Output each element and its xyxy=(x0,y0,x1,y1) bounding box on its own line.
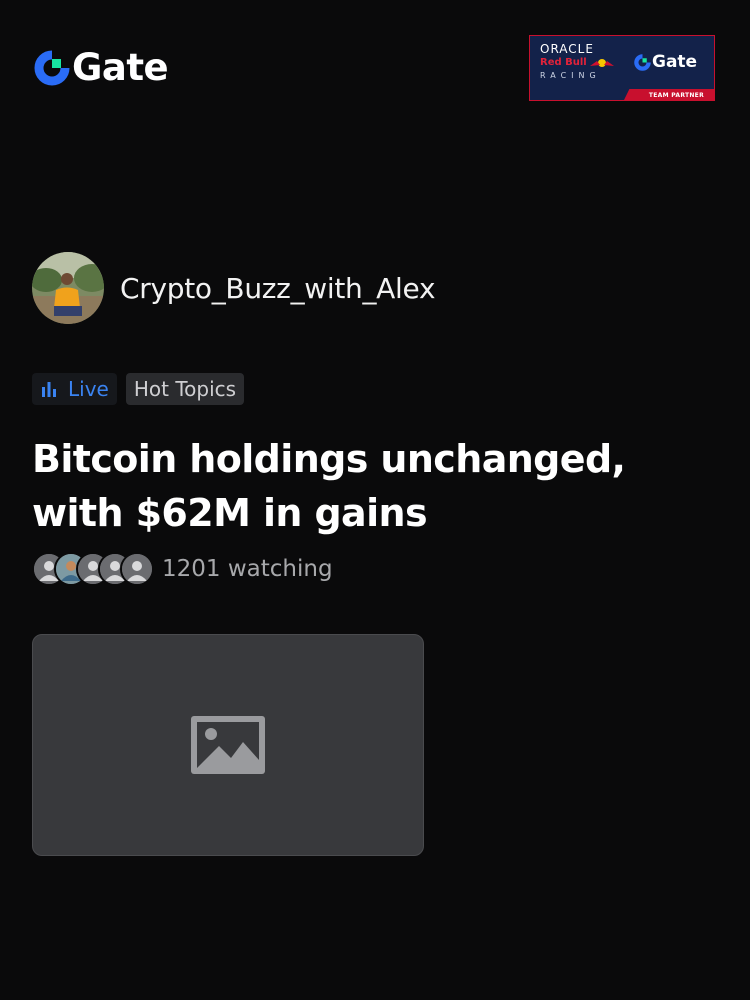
image-placeholder-icon xyxy=(191,716,265,774)
gate-logo-mark-icon xyxy=(34,50,70,86)
redbull-bulls-icon xyxy=(590,59,614,67)
watcher-avatars xyxy=(32,552,154,586)
watching-count-text: 1201 watching xyxy=(162,556,333,582)
hot-topics-tag[interactable]: Hot Topics xyxy=(125,373,245,405)
partner-gate-text: Gate xyxy=(652,52,698,72)
hot-topics-label: Hot Topics xyxy=(133,377,237,401)
live-tag-label: Live xyxy=(68,377,109,401)
author-avatar[interactable] xyxy=(32,252,104,324)
racing-text: RACING xyxy=(540,71,601,80)
team-partner-text: TEAM PARTNER xyxy=(648,92,704,99)
author-row[interactable]: Crypto_Buzz_with_Alex xyxy=(32,252,436,324)
watchers-row: 1201 watching xyxy=(32,552,333,586)
bar-chart-icon xyxy=(42,382,56,397)
partner-gate-logo: Gate xyxy=(634,52,697,72)
watcher-avatar xyxy=(120,552,154,586)
post-tags: Live Hot Topics xyxy=(32,373,245,405)
oracle-text: ORACLE xyxy=(540,42,594,56)
gate-logo-mark-icon xyxy=(634,53,651,71)
gate-logo-text: Gate xyxy=(72,46,169,89)
gate-logo[interactable]: Gate xyxy=(34,46,169,89)
watching-label: watching xyxy=(227,556,333,582)
partner-banner[interactable]: ORACLE Red Bull RACING Gate TEAM PARTNER xyxy=(529,35,715,101)
live-tag[interactable]: Live xyxy=(32,373,117,405)
post-media[interactable] xyxy=(32,634,424,856)
post-title: Bitcoin holdings unchanged, with $62M in… xyxy=(32,437,626,535)
watching-count: 1201 xyxy=(162,556,221,582)
author-photo-icon xyxy=(32,252,104,324)
author-name[interactable]: Crypto_Buzz_with_Alex xyxy=(120,272,436,305)
redbull-text: Red Bull xyxy=(540,57,587,68)
